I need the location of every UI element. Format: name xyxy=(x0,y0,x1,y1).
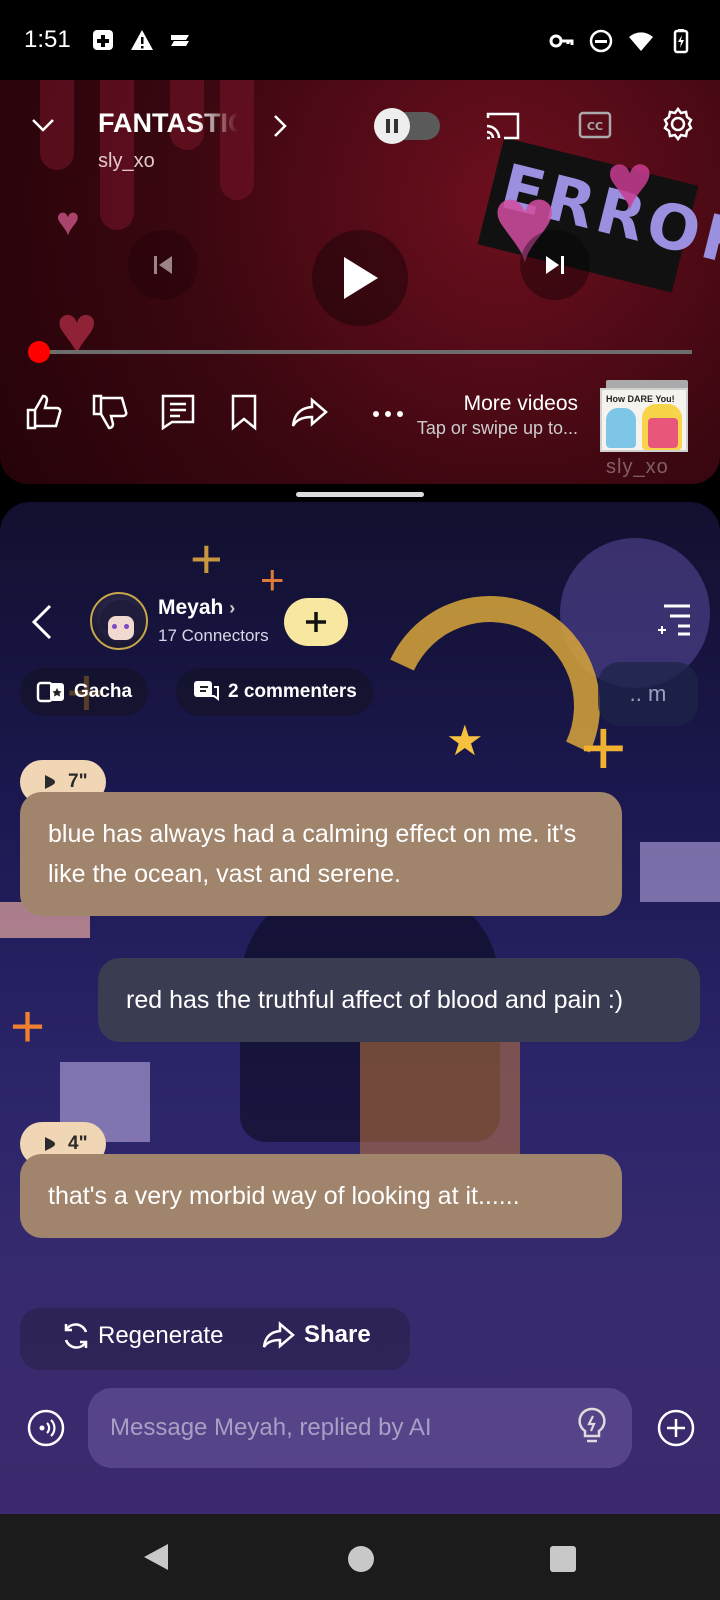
closed-captions-icon[interactable]: CC xyxy=(578,110,612,140)
chat-header: Meyah › 17 Connectors xyxy=(0,588,720,668)
heart-decoration: ♥ xyxy=(56,291,98,369)
nav-home-icon[interactable] xyxy=(348,1546,374,1572)
wifi-icon xyxy=(629,32,653,51)
user-message-bubble[interactable]: red has the truthful affect of blood and… xyxy=(98,958,700,1042)
skip-next-icon xyxy=(546,256,564,274)
comments-icon[interactable] xyxy=(158,392,198,432)
add-attachment-icon[interactable] xyxy=(656,1408,696,1448)
commenters-label: 2 commenters xyxy=(228,681,357,702)
system-nav-bar xyxy=(0,1514,720,1600)
nav-recents-icon[interactable] xyxy=(550,1546,576,1572)
autoplay-toggle[interactable] xyxy=(374,108,440,144)
follow-button[interactable] xyxy=(284,598,348,646)
commenters-chip[interactable]: 2 commenters xyxy=(176,668,373,716)
voice-duration: 4" xyxy=(68,1133,88,1154)
skip-previous-icon xyxy=(154,256,172,274)
settings-gear-icon[interactable] xyxy=(660,106,696,142)
share-icon xyxy=(262,1321,295,1349)
do-not-disturb-icon xyxy=(589,29,613,53)
drag-handle[interactable] xyxy=(296,492,424,497)
vpn-key-icon xyxy=(549,34,574,48)
play-voice-icon xyxy=(45,1137,55,1151)
medical-app-icon xyxy=(92,30,113,50)
video-title[interactable]: FANTASTIC xyxy=(98,108,238,139)
progress-scrubber[interactable] xyxy=(28,341,50,363)
cast-icon[interactable] xyxy=(484,110,522,142)
chat-panel: + + + + ★ + Meyah › 17 Connectors Gacha xyxy=(0,502,720,1514)
gacha-label: Gacha xyxy=(74,681,133,702)
status-bar: 1:51 xyxy=(0,0,720,80)
mini-video-player[interactable]: ♥ ♥ ERROR ♥ ♥ FANTASTIC sly_xo CC More v… xyxy=(0,80,720,484)
message-input[interactable] xyxy=(88,1388,632,1468)
character-avatar[interactable] xyxy=(90,592,148,650)
play-icon xyxy=(344,257,378,299)
svg-text:CC: CC xyxy=(587,120,603,133)
ai-message-bubble[interactable]: blue has always had a calming effect on … xyxy=(20,792,622,916)
status-time: 1:51 xyxy=(24,26,71,53)
regenerate-button[interactable]: Regenerate xyxy=(60,1320,223,1352)
pause-icon xyxy=(374,108,410,144)
ai-message-bubble[interactable]: that's a very morbid way of looking at i… xyxy=(20,1154,622,1238)
commenters-icon xyxy=(194,681,219,701)
chat-menu-icon[interactable] xyxy=(656,602,694,638)
like-thumb-up-icon[interactable] xyxy=(24,392,64,432)
previous-video-button[interactable] xyxy=(128,230,198,300)
thumbnail-text: How DARE You! xyxy=(606,394,675,404)
gacha-cards-icon xyxy=(36,681,64,703)
more-videos-hint: Tap or swipe up to... xyxy=(416,418,578,438)
player-top-bar: FANTASTIC sly_xo CC xyxy=(0,100,720,180)
app-notification-icon xyxy=(170,35,189,46)
share-button[interactable]: Share xyxy=(262,1320,371,1350)
lightbulb-hint-icon[interactable] xyxy=(574,1406,610,1446)
voice-call-icon[interactable] xyxy=(26,1408,66,1448)
message-composer xyxy=(0,1386,720,1470)
reply-actions: Regenerate Share xyxy=(20,1308,410,1370)
voice-duration: 7" xyxy=(68,771,88,792)
next-video-button[interactable] xyxy=(520,230,590,300)
memory-pill[interactable]: .. m xyxy=(598,662,698,726)
share-arrow-icon[interactable] xyxy=(290,392,330,432)
connectors-count: 17 Connectors xyxy=(158,626,269,645)
more-videos-thumbnail[interactable]: How DARE You! xyxy=(600,388,688,452)
status-notification-icons xyxy=(91,27,193,53)
save-bookmark-icon[interactable] xyxy=(224,392,264,432)
thumbnail-caption: sly_xo xyxy=(606,456,669,478)
dislike-thumb-down-icon[interactable] xyxy=(90,392,130,432)
battery-charging-icon xyxy=(673,29,689,54)
nav-back-icon[interactable] xyxy=(142,1542,170,1572)
share-label: Share xyxy=(304,1321,371,1348)
regenerate-label: Regenerate xyxy=(98,1322,224,1349)
more-videos-label[interactable]: More videos xyxy=(430,392,578,416)
play-button[interactable] xyxy=(312,230,408,326)
warning-icon xyxy=(130,30,153,50)
progress-bar[interactable] xyxy=(38,350,692,354)
heart-decoration: ♥ xyxy=(56,200,80,244)
play-voice-icon xyxy=(45,775,55,789)
player-action-row: More videos Tap or swipe up to... How DA… xyxy=(0,380,720,478)
chevron-right-icon[interactable] xyxy=(268,112,292,140)
back-arrow-icon[interactable] xyxy=(28,602,54,642)
character-name[interactable]: Meyah › xyxy=(158,596,235,620)
refresh-icon xyxy=(64,1323,88,1349)
status-system-icons xyxy=(548,28,694,54)
plus-icon xyxy=(306,612,326,632)
collapse-chevron-icon[interactable] xyxy=(28,110,58,140)
video-channel[interactable]: sly_xo xyxy=(98,150,155,173)
gacha-chip[interactable]: Gacha xyxy=(20,668,149,716)
